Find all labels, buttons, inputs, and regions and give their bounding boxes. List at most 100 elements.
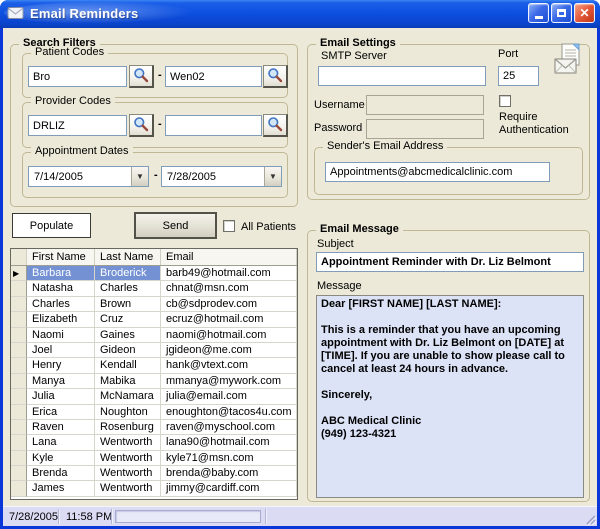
patient-code-to-input[interactable] — [165, 66, 262, 87]
chevron-down-icon[interactable]: ▼ — [131, 167, 148, 186]
cell-email[interactable]: mmanya@mywork.com — [161, 374, 297, 389]
cell-last-name[interactable]: Cruz — [95, 312, 161, 327]
appointment-date-from-picker[interactable]: 7/14/2005 ▼ — [28, 166, 149, 187]
cell-email[interactable]: jimmy@cardiff.com — [161, 481, 297, 496]
row-selector-cell[interactable] — [11, 328, 27, 343]
cell-last-name[interactable]: Broderick — [95, 266, 161, 281]
cell-email[interactable]: enoughton@tacos4u.com — [161, 405, 297, 420]
row-selector-cell[interactable] — [11, 374, 27, 389]
cell-email[interactable]: lana90@hotmail.com — [161, 435, 297, 450]
grid-row[interactable]: ManyaMabikammanya@mywork.com — [11, 374, 297, 389]
row-selector-cell[interactable] — [11, 343, 27, 358]
cell-first-name[interactable]: Naomi — [27, 328, 95, 343]
provider-code-from-input[interactable] — [28, 115, 127, 136]
patient-code-from-input[interactable] — [28, 66, 127, 87]
cell-first-name[interactable]: Raven — [27, 420, 95, 435]
subject-input[interactable] — [316, 252, 584, 272]
require-authentication-checkbox[interactable] — [499, 95, 511, 107]
grid-row[interactable]: NaomiGainesnaomi@hotmail.com — [11, 328, 297, 343]
grid-row[interactable]: EricaNoughtonenoughton@tacos4u.com — [11, 405, 297, 420]
cell-email[interactable]: chnat@msn.com — [161, 281, 297, 296]
column-header-last-name[interactable]: Last Name — [95, 249, 161, 265]
row-selector-cell[interactable] — [11, 481, 27, 496]
grid-row[interactable]: JamesWentworthjimmy@cardiff.com — [11, 481, 297, 496]
cell-first-name[interactable]: Barbara — [27, 266, 95, 281]
cell-last-name[interactable]: Noughton — [95, 405, 161, 420]
cell-email[interactable]: naomi@hotmail.com — [161, 328, 297, 343]
column-header-email[interactable]: Email — [161, 249, 297, 265]
cell-email[interactable]: brenda@baby.com — [161, 466, 297, 481]
minimize-button[interactable] — [528, 3, 549, 23]
cell-last-name[interactable]: Mabika — [95, 374, 161, 389]
grid-row[interactable]: NatashaCharleschnat@msn.com — [11, 281, 297, 296]
row-selector-cell[interactable] — [11, 358, 27, 373]
cell-email[interactable]: barb49@hotmail.com — [161, 266, 297, 281]
row-selector-cell[interactable] — [11, 281, 27, 296]
cell-last-name[interactable]: Charles — [95, 281, 161, 296]
cell-last-name[interactable]: Rosenburg — [95, 420, 161, 435]
grid-row[interactable]: LanaWentworthlana90@hotmail.com — [11, 435, 297, 450]
provider-code-from-lookup-button[interactable] — [129, 114, 154, 137]
cell-first-name[interactable]: Joel — [27, 343, 95, 358]
cell-last-name[interactable]: Gideon — [95, 343, 161, 358]
populate-button[interactable]: Populate — [12, 213, 91, 238]
grid-row[interactable]: HenryKendallhank@vtext.com — [11, 358, 297, 373]
send-button[interactable]: Send — [134, 212, 217, 239]
cell-first-name[interactable]: Charles — [27, 297, 95, 312]
cell-first-name[interactable]: James — [27, 481, 95, 496]
grid-row[interactable]: ElizabethCruzecruz@hotmail.com — [11, 312, 297, 327]
password-input[interactable] — [366, 119, 484, 139]
cell-email[interactable]: kyle71@msn.com — [161, 451, 297, 466]
cell-first-name[interactable]: Elizabeth — [27, 312, 95, 327]
cell-last-name[interactable]: Kendall — [95, 358, 161, 373]
cell-last-name[interactable]: Wentworth — [95, 435, 161, 450]
row-selector-cell[interactable] — [11, 312, 27, 327]
cell-last-name[interactable]: McNamara — [95, 389, 161, 404]
grid-row[interactable]: JuliaMcNamarajulia@email.com — [11, 389, 297, 404]
row-selector-cell[interactable] — [11, 435, 27, 450]
maximize-button[interactable] — [551, 3, 572, 23]
row-selector-cell[interactable] — [11, 466, 27, 481]
cell-first-name[interactable]: Kyle — [27, 451, 95, 466]
cell-last-name[interactable]: Wentworth — [95, 451, 161, 466]
grid-row[interactable]: CharlesBrowncb@sdprodev.com — [11, 297, 297, 312]
cell-email[interactable]: raven@myschool.com — [161, 420, 297, 435]
patient-code-from-lookup-button[interactable] — [129, 65, 154, 88]
cell-email[interactable]: hank@vtext.com — [161, 358, 297, 373]
cell-email[interactable]: cb@sdprodev.com — [161, 297, 297, 312]
all-patients-checkbox[interactable] — [223, 220, 235, 232]
cell-first-name[interactable]: Lana — [27, 435, 95, 450]
grid-row[interactable]: BrendaWentworthbrenda@baby.com — [11, 466, 297, 481]
row-selector-cell[interactable] — [11, 420, 27, 435]
provider-code-to-input[interactable] — [165, 115, 262, 136]
grid-row[interactable]: RavenRosenburgraven@myschool.com — [11, 420, 297, 435]
cell-email[interactable]: jgideon@me.com — [161, 343, 297, 358]
grid-row[interactable]: ▶BarbaraBroderickbarb49@hotmail.com — [11, 266, 297, 281]
row-selector-cell[interactable] — [11, 389, 27, 404]
port-input[interactable] — [498, 66, 539, 86]
cell-last-name[interactable]: Wentworth — [95, 466, 161, 481]
patient-grid[interactable]: First Name Last Name Email ▶BarbaraBrode… — [10, 248, 298, 500]
row-selector-cell[interactable] — [11, 297, 27, 312]
column-header-first-name[interactable]: First Name — [27, 249, 95, 265]
resize-grip-icon[interactable] — [583, 512, 596, 525]
cell-first-name[interactable]: Erica — [27, 405, 95, 420]
row-selector-cell[interactable] — [11, 451, 27, 466]
patient-code-to-lookup-button[interactable] — [263, 65, 288, 88]
smtp-server-input[interactable] — [318, 66, 486, 86]
grid-row[interactable]: JoelGideonjgideon@me.com — [11, 343, 297, 358]
appointment-date-to-picker[interactable]: 7/28/2005 ▼ — [161, 166, 282, 187]
provider-code-to-lookup-button[interactable] — [263, 114, 288, 137]
cell-email[interactable]: ecruz@hotmail.com — [161, 312, 297, 327]
cell-last-name[interactable]: Gaines — [95, 328, 161, 343]
cell-first-name[interactable]: Brenda — [27, 466, 95, 481]
row-selector-cell[interactable]: ▶ — [11, 266, 27, 281]
username-input[interactable] — [366, 95, 484, 115]
cell-email[interactable]: julia@email.com — [161, 389, 297, 404]
message-textarea[interactable]: Dear [FIRST NAME] [LAST NAME]: This is a… — [316, 295, 584, 498]
cell-first-name[interactable]: Natasha — [27, 281, 95, 296]
grid-row[interactable]: KyleWentworthkyle71@msn.com — [11, 451, 297, 466]
cell-first-name[interactable]: Henry — [27, 358, 95, 373]
cell-last-name[interactable]: Brown — [95, 297, 161, 312]
cell-first-name[interactable]: Manya — [27, 374, 95, 389]
